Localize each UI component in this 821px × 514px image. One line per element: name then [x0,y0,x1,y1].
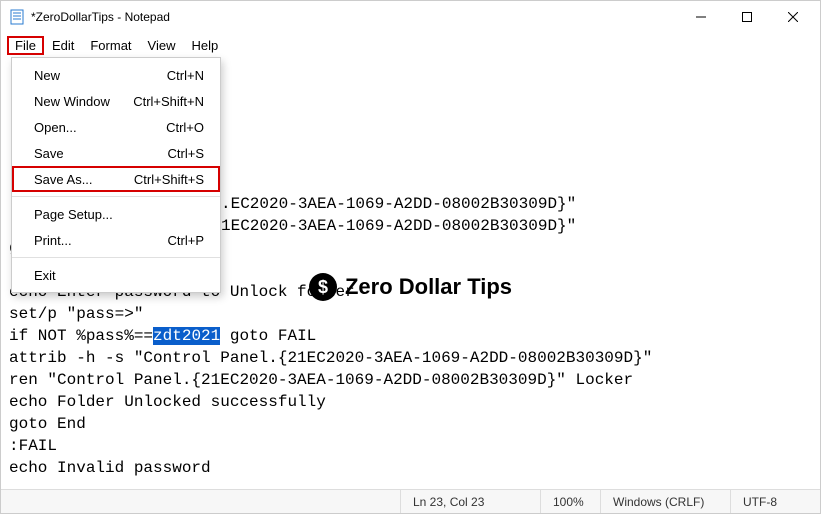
menu-help[interactable]: Help [183,36,226,55]
editor-line: if NOT %pass%== [9,327,153,345]
menu-item-exit[interactable]: Exit [12,262,220,288]
menu-view[interactable]: View [140,36,184,55]
menu-item-new-window[interactable]: New Window Ctrl+Shift+N [12,88,220,114]
menu-bar: File Edit Format View Help [1,33,820,57]
editor-line: echo Folder Unlocked successfully [9,393,326,411]
menu-item-open[interactable]: Open... Ctrl+O [12,114,220,140]
minimize-button[interactable] [678,1,724,33]
maximize-button[interactable] [724,1,770,33]
editor-line: ren "Control Panel.{21EC2020-3AEA-1069-A… [9,371,633,389]
menu-item-print[interactable]: Print... Ctrl+P [12,227,220,253]
menu-edit[interactable]: Edit [44,36,82,55]
editor-line: 1EC2020-3AEA-1069-A2DD-08002B30309D}" [221,217,576,235]
notepad-icon [9,9,25,25]
status-bar: Ln 23, Col 23 100% Windows (CRLF) UTF-8 [1,489,820,513]
window-controls [678,1,816,33]
status-zoom: 100% [540,490,600,513]
editor-selection: zdt2021 [153,327,220,345]
menu-item-save-as[interactable]: Save As... Ctrl+Shift+S [12,166,220,192]
editor-line: set/p "pass=>" [9,305,143,323]
menu-item-new[interactable]: New Ctrl+N [12,62,220,88]
file-menu-dropdown: New Ctrl+N New Window Ctrl+Shift+N Open.… [11,57,221,293]
status-encoding: UTF-8 [730,490,820,513]
editor-line: :FAIL [9,437,57,455]
title-bar: *ZeroDollarTips - Notepad [1,1,820,33]
editor-line: attrib -h -s "Control Panel.{21EC2020-3A… [9,349,652,367]
status-eol: Windows (CRLF) [600,490,730,513]
editor-line: echo Invalid password [9,459,211,477]
menu-item-page-setup[interactable]: Page Setup... [12,201,220,227]
status-cursor-pos: Ln 23, Col 23 [400,490,540,513]
watermark-text: Zero Dollar Tips [345,274,512,300]
menu-separator [12,196,220,197]
editor-line: goto End [9,415,86,433]
menu-file[interactable]: File [7,36,44,55]
status-spacer [1,490,400,513]
menu-item-save[interactable]: Save Ctrl+S [12,140,220,166]
window-title: *ZeroDollarTips - Notepad [31,10,170,24]
menu-format[interactable]: Format [82,36,139,55]
editor-line: .EC2020-3AEA-1069-A2DD-08002B30309D}" [221,195,576,213]
menu-separator [12,257,220,258]
dollar-icon: $ [309,273,337,301]
editor-line: goto FAIL [220,327,316,345]
close-button[interactable] [770,1,816,33]
